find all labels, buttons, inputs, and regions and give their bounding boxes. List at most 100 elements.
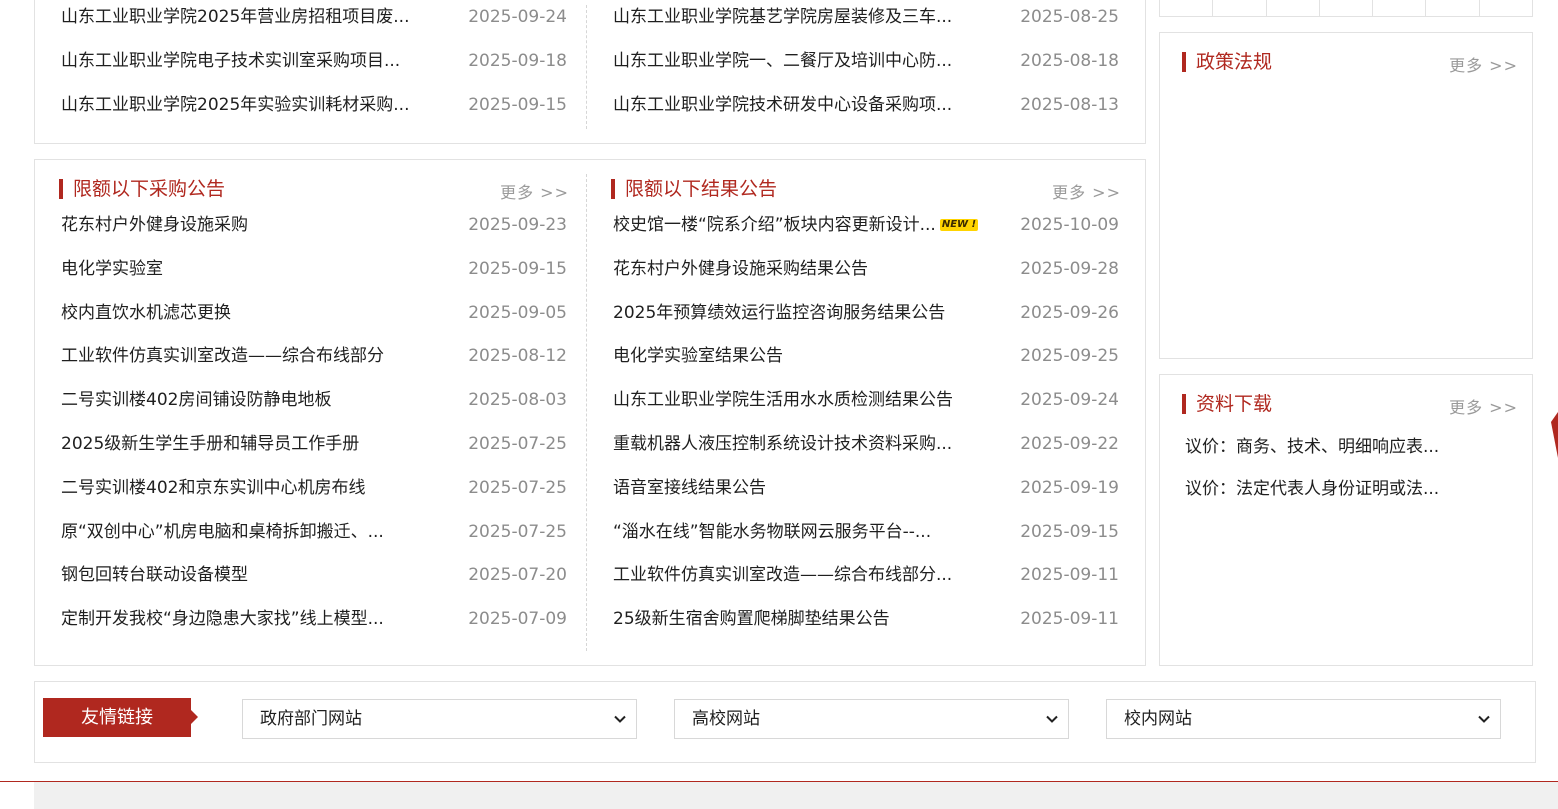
news-date: 2025-09-15 <box>468 94 567 115</box>
column-divider <box>586 174 587 651</box>
news-title[interactable]: 花东村户外健身设施采购 <box>61 204 248 248</box>
list-item[interactable]: “淄水在线”智能水务物联网云服务平台--... 2025-09-15 <box>611 511 1121 555</box>
list-item[interactable]: 定制开发我校“身边隐患大家找”线上模型... 2025-07-09 <box>59 598 569 642</box>
footer <box>34 782 1558 809</box>
list-item[interactable]: 工业软件仿真实训室改造——综合布线部分... 2025-09-11 <box>611 554 1121 598</box>
news-date: 2025-09-22 <box>1020 433 1119 454</box>
news-date: 2025-09-25 <box>1020 346 1119 367</box>
calendar-cell[interactable] <box>1213 0 1267 16</box>
news-date: 2025-09-24 <box>468 7 567 27</box>
news-title[interactable]: 工业软件仿真实训室改造——综合布线部分... <box>613 554 952 598</box>
news-title[interactable]: 花东村户外健身设施采购结果公告 <box>613 248 868 292</box>
list-item[interactable]: 二号实训楼402房间铺设防静电地板 2025-08-03 <box>59 379 569 423</box>
news-title[interactable]: 钢包回转台联动设备模型 <box>61 554 248 598</box>
calendar-cell[interactable] <box>1426 0 1480 16</box>
section-header: 限额以下结果公告 更多 >> <box>611 160 1121 204</box>
news-title[interactable]: 山东工业职业学院一、二餐厅及培训中心防... <box>613 40 952 84</box>
more-link[interactable]: 更多 >> <box>1052 179 1121 203</box>
list-item[interactable]: 花东村户外健身设施采购结果公告 2025-09-28 <box>611 248 1121 292</box>
news-title[interactable]: 2025年预算绩效运行监控咨询服务结果公告 <box>613 292 945 336</box>
news-date: 2025-08-18 <box>1020 50 1119 71</box>
calendar-strip <box>1159 0 1533 17</box>
download-item[interactable]: 议价：法定代表人身份证明或法... <box>1182 468 1518 510</box>
campus-sites-select[interactable]: 校内网站 <box>1106 699 1501 739</box>
news-title[interactable]: 电化学实验室结果公告 <box>613 335 783 379</box>
news-title[interactable]: 二号实训楼402房间铺设防静电地板 <box>61 379 331 423</box>
results-list: 校史馆一楼“院系介绍”板块内容更新设计... NEW ! 2025-10-09 花东… <box>611 204 1121 642</box>
news-title[interactable]: 二号实训楼402和京东实训中心机房布线 <box>61 467 365 511</box>
list-item[interactable]: 山东工业职业学院2025年营业房招租项目废... 2025-09-24 <box>59 0 569 40</box>
gov-sites-select[interactable]: 政府部门网站 <box>242 699 637 739</box>
section-title: 限额以下采购公告 <box>59 178 225 200</box>
list-item[interactable]: 电化学实验室结果公告 2025-09-25 <box>611 335 1121 379</box>
list-item[interactable]: 山东工业职业学院基艺学院房屋装修及三车... 2025-08-25 <box>611 0 1121 40</box>
download-section: 资料下载 更多 >> 议价：商务、技术、明细响应表... 议价：法定代表人身份证… <box>1182 375 1518 510</box>
more-link[interactable]: 更多 >> <box>1449 394 1518 418</box>
news-title[interactable]: 语音室接线结果公告 <box>613 467 766 511</box>
list-item[interactable]: 工业软件仿真实训室改造——综合布线部分 2025-08-12 <box>59 335 569 379</box>
news-title[interactable]: 工业软件仿真实训室改造——综合布线部分 <box>61 335 384 379</box>
list-item[interactable]: 山东工业职业学院电子技术实训室采购项目... 2025-09-18 <box>59 40 569 84</box>
top-left-list: 山东工业职业学院2025年营业房招租项目废... 2025-09-24 山东工业职… <box>59 0 569 127</box>
calendar-cell[interactable] <box>1480 0 1532 16</box>
news-title[interactable]: 定制开发我校“身边隐患大家找”线上模型... <box>61 598 384 642</box>
news-title[interactable]: 原“双创中心”机房电脑和桌椅拆卸搬迁、... <box>61 511 384 555</box>
news-title[interactable]: 山东工业职业学院生活用水水质检测结果公告 <box>613 379 953 423</box>
calendar-cell[interactable] <box>1373 0 1427 16</box>
list-item[interactable]: 25级新生宿舍购置爬梯脚垫结果公告 2025-09-11 <box>611 598 1121 642</box>
news-date: 2025-09-18 <box>468 50 567 71</box>
list-item[interactable]: 2025级新生学生手册和辅导员工作手册 2025-07-25 <box>59 423 569 467</box>
list-item[interactable]: 花东村户外健身设施采购 2025-09-23 <box>59 204 569 248</box>
news-title-with-badge[interactable]: 校史馆一楼“院系介绍”板块内容更新设计... NEW ! <box>613 204 979 248</box>
news-title[interactable]: 山东工业职业学院电子技术实训室采购项目... <box>61 40 400 84</box>
list-item[interactable]: 山东工业职业学院2025年实验实训耗材采购... 2025-09-15 <box>59 84 569 128</box>
list-item[interactable]: 2025年预算绩效运行监控咨询服务结果公告 2025-09-26 <box>611 292 1121 336</box>
news-date: 2025-10-09 <box>1020 215 1119 235</box>
list-item[interactable]: 校史馆一楼“院系介绍”板块内容更新设计... NEW ! 2025-10-09 <box>611 204 1121 248</box>
news-date: 2025-09-15 <box>1020 521 1119 542</box>
list-item[interactable]: 山东工业职业学院一、二餐厅及培训中心防... 2025-08-18 <box>611 40 1121 84</box>
news-title[interactable]: 山东工业职业学院技术研发中心设备采购项... <box>613 84 952 128</box>
calendar-cell[interactable] <box>1320 0 1374 16</box>
news-title[interactable]: 山东工业职业学院2025年营业房招租项目废... <box>61 0 409 40</box>
list-item[interactable]: 原“双创中心”机房电脑和桌椅拆卸搬迁、... 2025-07-25 <box>59 511 569 555</box>
calendar-cell[interactable] <box>1267 0 1320 16</box>
news-title[interactable]: 校内直饮水机滤芯更换 <box>61 292 231 336</box>
news-title[interactable]: 2025级新生学生手册和辅导员工作手册 <box>61 423 359 467</box>
news-date: 2025-08-25 <box>1020 7 1119 27</box>
more-link[interactable]: 更多 >> <box>1449 52 1518 76</box>
friendly-links-panel: 友情链接 政府部门网站 高校网站 校内网站 <box>34 681 1536 763</box>
list-item[interactable]: 电化学实验室 2025-09-15 <box>59 248 569 292</box>
news-title[interactable]: 电化学实验室 <box>61 248 163 292</box>
edge-decoration <box>1551 412 1558 458</box>
results-section: 限额以下结果公告 更多 >> 校史馆一楼“院系介绍”板块内容更新设计... NEW… <box>611 160 1121 642</box>
list-item[interactable]: 钢包回转台联动设备模型 2025-07-20 <box>59 554 569 598</box>
more-link[interactable]: 更多 >> <box>500 179 569 203</box>
news-title[interactable]: 校史馆一楼“院系介绍”板块内容更新设计... <box>613 215 936 235</box>
download-item[interactable]: 议价：商务、技术、明细响应表... <box>1182 426 1518 468</box>
list-item[interactable]: 山东工业职业学院技术研发中心设备采购项... 2025-08-13 <box>611 84 1121 128</box>
university-sites-select[interactable]: 高校网站 <box>674 699 1069 739</box>
news-title[interactable]: 重载机器人液压控制系统设计技术资料采购... <box>613 423 952 467</box>
section-title: 政策法规 <box>1182 51 1272 73</box>
news-title[interactable]: “淄水在线”智能水务物联网云服务平台--... <box>613 511 931 555</box>
news-date: 2025-09-11 <box>1020 565 1119 586</box>
news-title[interactable]: 山东工业职业学院基艺学院房屋装修及三车... <box>613 0 952 40</box>
list-item[interactable]: 语音室接线结果公告 2025-09-19 <box>611 467 1121 511</box>
news-date: 2025-09-19 <box>1020 477 1119 498</box>
news-title[interactable]: 山东工业职业学院2025年实验实训耗材采购... <box>61 84 409 128</box>
news-date: 2025-09-28 <box>1020 258 1119 279</box>
chevron-down-icon <box>1046 715 1058 723</box>
news-date: 2025-07-20 <box>468 565 567 586</box>
news-title[interactable]: 25级新生宿舍购置爬梯脚垫结果公告 <box>613 598 890 642</box>
list-item[interactable]: 山东工业职业学院生活用水水质检测结果公告 2025-09-24 <box>611 379 1121 423</box>
download-panel: 资料下载 更多 >> 议价：商务、技术、明细响应表... 议价：法定代表人身份证… <box>1159 374 1533 666</box>
section-header: 限额以下采购公告 更多 >> <box>59 160 569 204</box>
list-item[interactable]: 重载机器人液压控制系统设计技术资料采购... 2025-09-22 <box>611 423 1121 467</box>
list-item[interactable]: 二号实训楼402和京东实训中心机房布线 2025-07-25 <box>59 467 569 511</box>
calendar-cell[interactable] <box>1160 0 1214 16</box>
list-item[interactable]: 校内直饮水机滤芯更换 2025-09-05 <box>59 292 569 336</box>
news-date: 2025-07-09 <box>468 609 567 630</box>
news-date: 2025-07-25 <box>468 433 567 454</box>
section-header: 资料下载 更多 >> <box>1182 375 1518 419</box>
